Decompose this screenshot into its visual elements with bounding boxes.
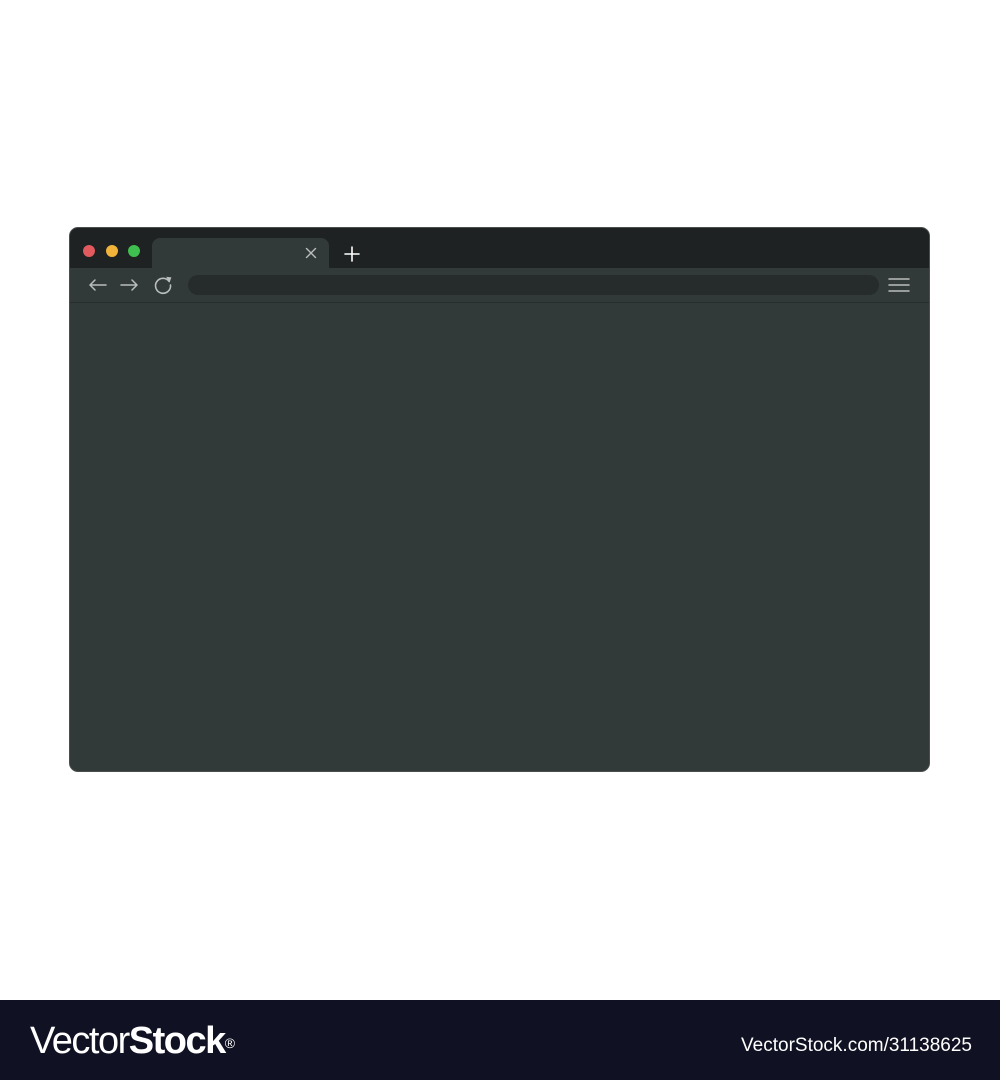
forward-button[interactable] — [118, 274, 140, 296]
image-id-text: VectorStock.com/31138625 — [741, 1035, 972, 1056]
hamburger-icon — [888, 278, 910, 292]
new-tab-button[interactable] — [343, 245, 361, 263]
reload-icon — [154, 276, 172, 294]
arrow-right-icon — [120, 279, 138, 291]
logo-text-bold: Stock — [128, 1020, 226, 1062]
x-icon — [305, 247, 317, 259]
registered-mark: ® — [224, 1035, 236, 1051]
back-button[interactable] — [87, 274, 109, 296]
page-content-area[interactable] — [70, 303, 929, 771]
reload-button[interactable] — [152, 274, 174, 296]
watermark-bar: VectorStock® VectorStock.com/31138625 — [0, 1000, 1000, 1080]
browser-tab[interactable] — [152, 238, 329, 268]
browser-window — [69, 227, 930, 772]
logo-text-light: Vector — [30, 1020, 130, 1062]
plus-icon — [344, 246, 360, 262]
arrow-left-icon — [89, 279, 107, 291]
address-bar[interactable] — [188, 275, 879, 295]
tab-close-button[interactable] — [303, 245, 319, 261]
window-maximize-button[interactable] — [128, 245, 140, 257]
menu-button[interactable] — [887, 274, 911, 296]
window-minimize-button[interactable] — [106, 245, 118, 257]
title-bar — [70, 228, 929, 268]
window-close-button[interactable] — [83, 245, 95, 257]
vectorstock-logo: VectorStock® — [30, 1019, 235, 1063]
toolbar — [70, 268, 929, 303]
